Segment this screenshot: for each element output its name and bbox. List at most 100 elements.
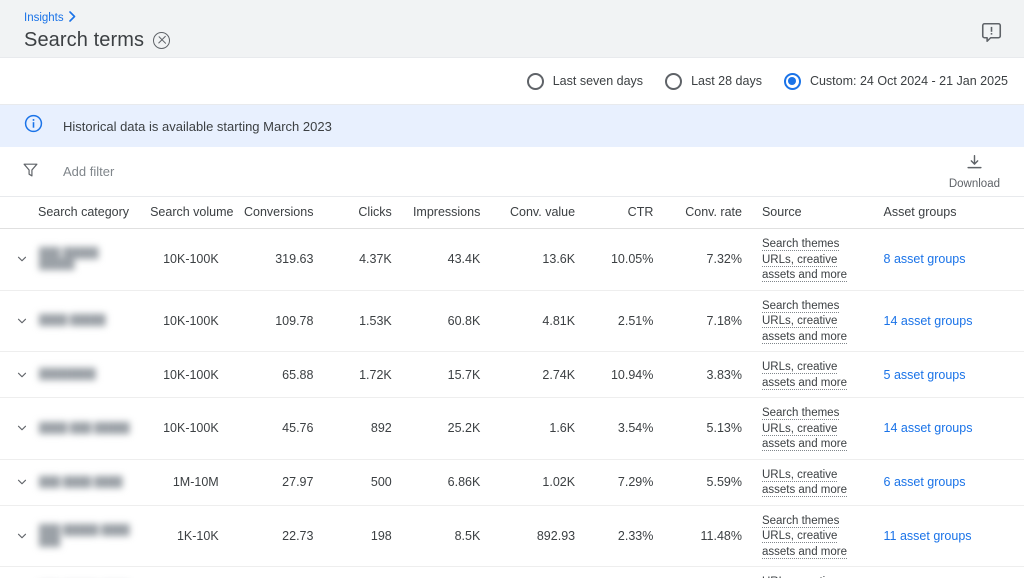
- column-header-clicks[interactable]: Clicks: [323, 197, 401, 229]
- chevron-down-icon[interactable]: [14, 252, 29, 267]
- asset-groups-link[interactable]: 14 asset groups: [884, 421, 973, 435]
- table-row[interactable]: ████ █████10K-100K109.781.53K60.8K4.81K2…: [0, 290, 1024, 352]
- column-header-source[interactable]: Source: [752, 197, 874, 229]
- chevron-down-icon[interactable]: [14, 313, 29, 328]
- cell-ctr: 2.33%: [585, 505, 663, 567]
- cell-impressions: 15.7K: [402, 352, 491, 398]
- cell-asset-groups: 6 asset groups: [874, 459, 1024, 505]
- cell-conv-value: 13.6K: [490, 229, 585, 291]
- breadcrumb-link-insights[interactable]: Insights: [24, 11, 64, 25]
- info-icon: [24, 114, 43, 138]
- date-range-option-last-28-days[interactable]: Last 28 days: [665, 73, 762, 90]
- close-circle-icon[interactable]: [153, 32, 170, 49]
- cell-search-volume: 10K-100K: [140, 229, 229, 291]
- page-header: Insights Search terms: [0, 0, 1024, 58]
- cell-conv-rate: 5.59%: [663, 459, 752, 505]
- source-item[interactable]: URLs, creative assets and more: [762, 469, 847, 498]
- cell-conversions: 45.76: [229, 398, 324, 460]
- add-filter-button[interactable]: Add filter: [22, 161, 114, 183]
- chevron-down-icon[interactable]: [14, 367, 29, 382]
- cell-asset-groups: 14 asset groups: [874, 398, 1024, 460]
- cell-asset-groups: 5 asset groups: [874, 352, 1024, 398]
- chevron-down-icon[interactable]: [14, 528, 29, 543]
- source-item[interactable]: Search themes: [762, 407, 839, 420]
- table-row[interactable]: ████ ███ █████10K-100K45.7689225.2K1.6K3…: [0, 398, 1024, 460]
- cell-impressions: 6.86K: [402, 459, 491, 505]
- column-header-asset-groups[interactable]: Asset groups: [874, 197, 1024, 229]
- cell-source: URLs, creative assets and more: [752, 567, 874, 578]
- source-item[interactable]: URLs, creative assets and more: [762, 361, 847, 390]
- table-row[interactable]: ███ █████ █████10K-100K319.634.37K43.4K1…: [0, 229, 1024, 291]
- column-header-search-volume[interactable]: Search volume: [140, 197, 229, 229]
- cell-conv-value: 974.39: [490, 567, 585, 578]
- add-filter-label: Add filter: [63, 164, 114, 179]
- table-row[interactable]: ████████10K-100K65.881.72K15.7K2.74K10.9…: [0, 352, 1024, 398]
- cell-search-category: ███ █████ ████ ███: [0, 505, 140, 567]
- cell-clicks: 4.37K: [323, 229, 401, 291]
- column-header-impressions[interactable]: Impressions: [402, 197, 491, 229]
- search-category-value: ███ █████ █████: [39, 248, 130, 270]
- source-item[interactable]: URLs, creative assets and more: [762, 315, 847, 344]
- cell-conv-rate: 5.13%: [663, 398, 752, 460]
- radio-selected-icon: [784, 73, 801, 90]
- source-item[interactable]: URLs, creative assets and more: [762, 530, 847, 559]
- cell-impressions: 43.4K: [402, 229, 491, 291]
- radio-icon: [665, 73, 682, 90]
- cell-search-category: ████████: [0, 352, 140, 398]
- cell-conv-rate: 3.83%: [663, 352, 752, 398]
- asset-groups-link[interactable]: 14 asset groups: [884, 314, 973, 328]
- search-category-value: ███ █████ ████ ███: [39, 525, 130, 547]
- info-banner-text: Historical data is available starting Ma…: [63, 119, 332, 134]
- cell-asset-groups: 11 asset groups: [874, 505, 1024, 567]
- cell-source: URLs, creative assets and more: [752, 352, 874, 398]
- search-category-value: ████ ███ █████: [39, 423, 130, 434]
- table-header: Search category Search volume Conversion…: [0, 197, 1024, 229]
- title-row: Search terms: [24, 27, 170, 53]
- chevron-down-icon[interactable]: [14, 421, 29, 436]
- cell-source: Search themes URLs, creative assets and m…: [752, 290, 874, 352]
- cell-source: Search themes URLs, creative assets and m…: [752, 398, 874, 460]
- table-row[interactable]: ███ ████ ████1M-10M27.975006.86K1.02K7.2…: [0, 459, 1024, 505]
- date-range-option-custom[interactable]: Custom: 24 Oct 2024 - 21 Jan 2025: [784, 73, 1008, 90]
- cell-conversions: 109.78: [229, 290, 324, 352]
- cell-search-category: ████ █████: [0, 290, 140, 352]
- cell-ctr: 10.94%: [585, 352, 663, 398]
- cell-clicks: 1.72K: [323, 352, 401, 398]
- cell-search-category: ███ █████ ████: [0, 567, 140, 578]
- column-header-conv-value[interactable]: Conv. value: [490, 197, 585, 229]
- asset-groups-link[interactable]: 8 asset groups: [884, 252, 966, 266]
- cell-search-volume: 1K-10K: [140, 505, 229, 567]
- download-button[interactable]: Download: [941, 151, 1008, 192]
- table-row[interactable]: ███ █████ ████ ███1K-10K22.731988.5K892.…: [0, 505, 1024, 567]
- cell-search-volume: 10K-100K: [140, 352, 229, 398]
- cell-conversions: 21.00: [229, 567, 324, 578]
- cell-search-volume: 1M-10M: [140, 459, 229, 505]
- table-row[interactable]: ███ █████ ████1K-10K21.002718.79K974.393…: [0, 567, 1024, 578]
- cell-clicks: 198: [323, 505, 401, 567]
- header-left: Insights Search terms: [24, 8, 170, 53]
- column-header-ctr[interactable]: CTR: [585, 197, 663, 229]
- cell-conv-rate: 7.75%: [663, 567, 752, 578]
- source-item[interactable]: URLs, creative assets and more: [762, 254, 847, 283]
- cell-source: Search themes URLs, creative assets and m…: [752, 229, 874, 291]
- source-item[interactable]: Search themes: [762, 300, 839, 313]
- source-item[interactable]: URLs, creative assets and more: [762, 423, 847, 452]
- asset-groups-link[interactable]: 11 asset groups: [884, 529, 972, 543]
- chevron-down-icon[interactable]: [14, 475, 29, 490]
- table-body: ███ █████ █████10K-100K319.634.37K43.4K1…: [0, 229, 1024, 578]
- column-header-conversions[interactable]: Conversions: [229, 197, 324, 229]
- search-category-value: ████ █████: [39, 315, 106, 326]
- column-header-search-category[interactable]: Search category: [0, 197, 140, 229]
- search-category-value: ████████: [39, 369, 96, 380]
- cell-search-category: ███ ████ ████: [0, 459, 140, 505]
- source-item[interactable]: Search themes: [762, 238, 839, 251]
- breadcrumb-chevron-icon: [69, 11, 76, 25]
- source-item[interactable]: Search themes: [762, 515, 839, 528]
- feedback-icon[interactable]: [974, 15, 1008, 49]
- date-range-option-last-seven-days[interactable]: Last seven days: [527, 73, 643, 90]
- asset-groups-link[interactable]: 6 asset groups: [884, 475, 966, 489]
- column-header-conv-rate[interactable]: Conv. rate: [663, 197, 752, 229]
- cell-impressions: 25.2K: [402, 398, 491, 460]
- asset-groups-link[interactable]: 5 asset groups: [884, 368, 966, 382]
- cell-ctr: 3.08%: [585, 567, 663, 578]
